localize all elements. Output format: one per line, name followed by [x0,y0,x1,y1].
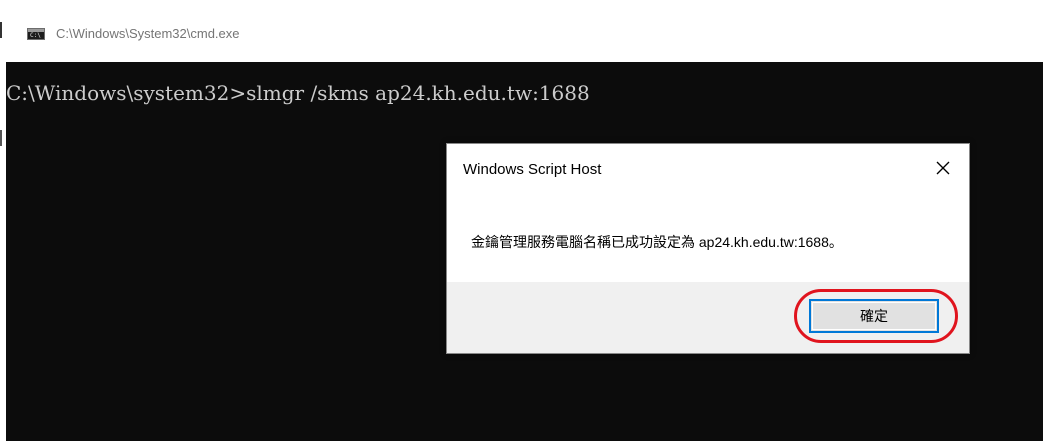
ok-button-label: 確定 [860,308,888,324]
message-dialog: Windows Script Host 金鑰管理服務電腦名稱已成功設定為 ap2… [446,143,970,354]
dialog-title: Windows Script Host [463,161,602,178]
cmd-icon: C:\ [27,28,45,40]
cmd-window: C:\ C:\Windows\System32\cmd.exe C:\Windo… [0,0,1043,441]
ok-button[interactable]: 確定 [809,299,939,333]
dialog-footer: 確定 [447,282,969,353]
window-titlebar[interactable]: C:\ C:\Windows\System32\cmd.exe [0,0,1043,62]
window-edge-mark [0,130,2,146]
window-title: C:\Windows\System32\cmd.exe [56,26,240,41]
window-edge-mark [0,22,2,38]
window-left-edge [0,0,6,441]
dialog-message: 金鑰管理服務電腦名稱已成功設定為 ap24.kh.edu.tw:1688。 [471,234,843,250]
close-icon[interactable] [931,156,955,180]
console-command-line: C:\Windows\system32>slmgr /skms ap24.kh.… [6,81,590,105]
